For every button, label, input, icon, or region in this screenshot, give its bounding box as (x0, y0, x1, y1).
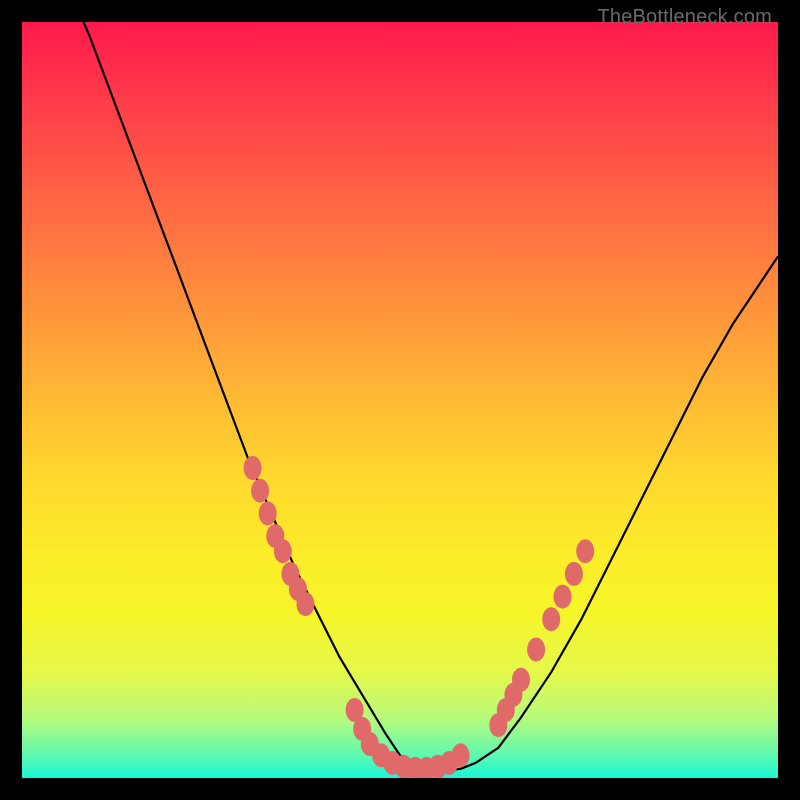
highlight-dot (274, 539, 292, 563)
highlight-dot (576, 539, 594, 563)
highlight-dot (452, 743, 470, 767)
highlight-dot (259, 501, 277, 525)
highlight-dot (565, 562, 583, 586)
highlight-dot (297, 592, 315, 616)
highlight-dot (251, 479, 269, 503)
highlight-dot (542, 607, 560, 631)
highlight-dot (527, 638, 545, 662)
bottleneck-curve (22, 0, 778, 770)
chart-svg (0, 0, 800, 800)
highlight-dot (244, 456, 262, 480)
markers-layer (244, 456, 595, 781)
highlight-dot (554, 585, 572, 609)
curve-layer (22, 0, 778, 770)
highlight-dot (512, 668, 530, 692)
